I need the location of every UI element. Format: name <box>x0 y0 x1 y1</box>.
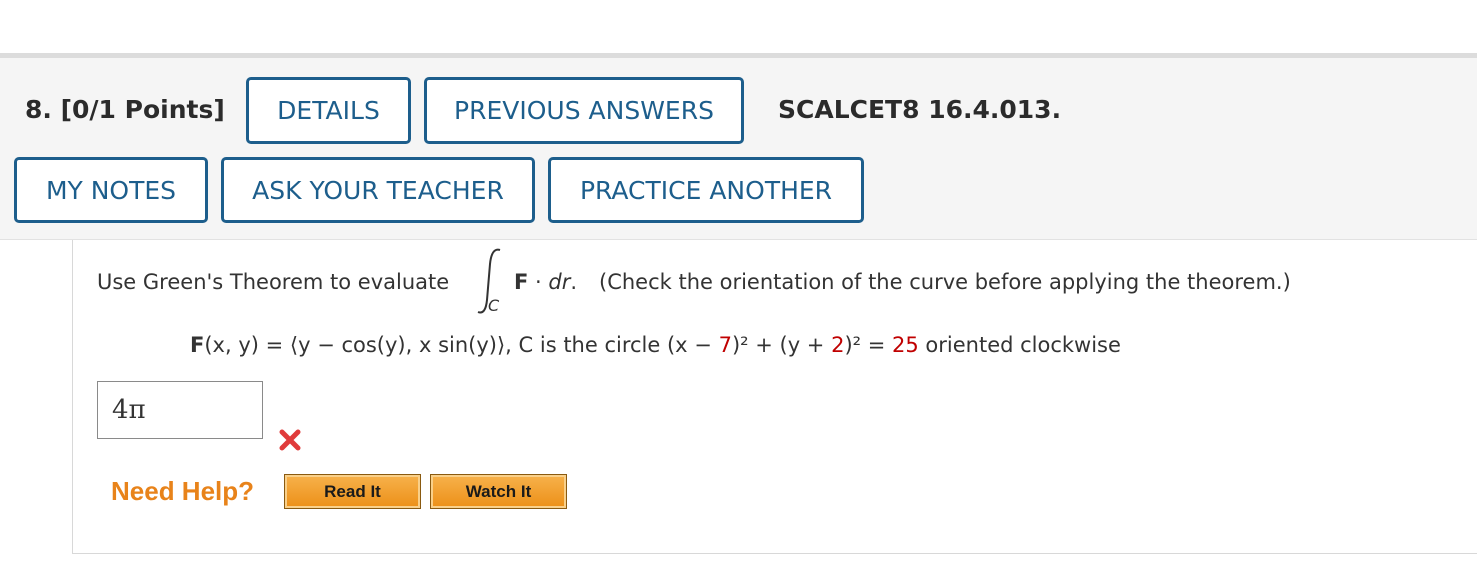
center-y-value: 2 <box>831 333 845 357</box>
curve-middle: )² + (y + <box>731 333 832 357</box>
ask-your-teacher-button[interactable]: ASK YOUR TEACHER <box>221 157 535 223</box>
problem-intro: Use Green's Theorem to evaluate <box>97 270 450 294</box>
line-integral-integrand: F · dr. <box>514 268 577 296</box>
read-it-button[interactable]: Read It <box>284 474 421 509</box>
field-expression: (x, y) = ⟨y − cos(y), x sin(y)⟩, <box>204 333 512 357</box>
my-notes-button[interactable]: MY NOTES <box>14 157 208 223</box>
curve-equals: )² = <box>844 333 892 357</box>
dot-operator: · <box>528 270 549 294</box>
question-number-points: 8. [0/1 Points] <box>25 95 225 124</box>
problem-code: SCALCET8 16.4.013. <box>778 95 1062 124</box>
integrand-period: . <box>570 270 578 294</box>
radius-squared-value: 25 <box>892 333 919 357</box>
answer-input[interactable]: 4π <box>97 381 263 439</box>
differential-dr: dr <box>548 270 571 294</box>
practice-another-button[interactable]: PRACTICE ANOTHER <box>548 157 864 223</box>
vector-field-symbol: F <box>514 270 529 294</box>
orientation-note: (Check the orientation of the curve befo… <box>599 270 1291 294</box>
incorrect-x-icon <box>279 429 301 451</box>
vector-field-definition: F(x, y) = ⟨y − cos(y), x sin(y)⟩, C is t… <box>190 330 1121 360</box>
orientation-text: oriented clockwise <box>918 333 1121 357</box>
previous-answers-button[interactable]: PREVIOUS ANSWERS <box>424 77 744 144</box>
contour-label: C <box>488 296 500 315</box>
field-symbol: F <box>190 333 205 357</box>
details-button[interactable]: DETAILS <box>246 77 411 144</box>
watch-it-button[interactable]: Watch It <box>430 474 567 509</box>
curve-description: C is the circle (x − <box>518 333 719 357</box>
need-help-label: Need Help? <box>111 476 255 506</box>
center-x-value: 7 <box>718 333 732 357</box>
